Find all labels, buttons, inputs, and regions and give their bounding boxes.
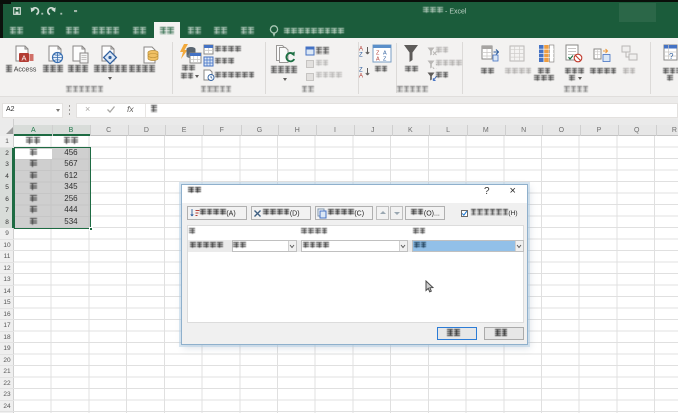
svg-text:A: A xyxy=(21,54,26,63)
svg-text:?: ? xyxy=(669,52,674,61)
svg-text:A: A xyxy=(359,74,363,79)
svg-text:A: A xyxy=(376,57,380,63)
svg-text:Z: Z xyxy=(359,53,363,58)
